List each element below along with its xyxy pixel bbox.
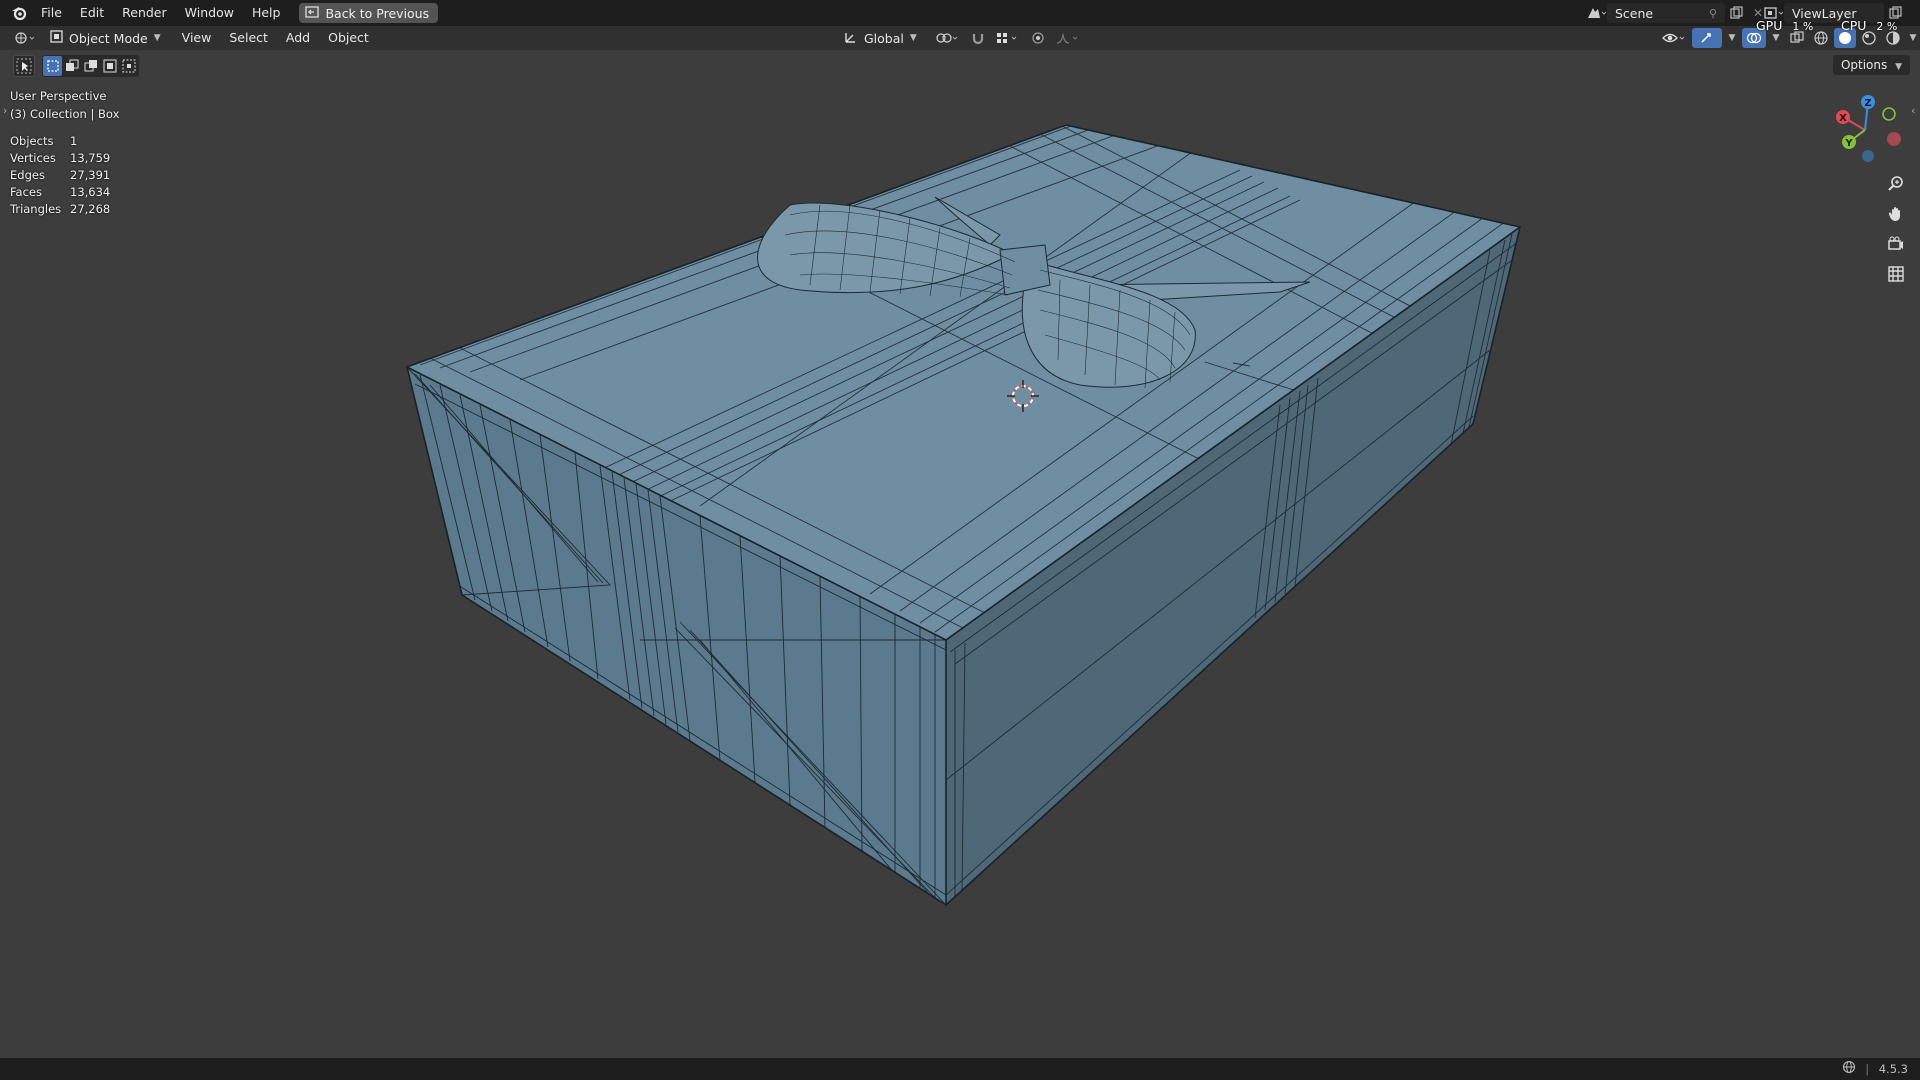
menu-file[interactable]: File xyxy=(32,0,71,26)
editor-type-icon[interactable] xyxy=(12,28,40,48)
menu-render[interactable]: Render xyxy=(113,0,176,26)
navigation-gizmo[interactable]: X Y Z xyxy=(1825,90,1905,170)
3d-viewport[interactable] xyxy=(0,80,1920,1058)
scene-icon[interactable] xyxy=(1585,3,1607,23)
gpu-value: 1 % xyxy=(1792,20,1814,33)
select-intersect-icon[interactable] xyxy=(119,56,138,76)
select-new-icon[interactable] xyxy=(43,56,62,76)
gizmo-toggle-icon[interactable] xyxy=(1692,28,1722,48)
toolbar-toggle-icon[interactable]: › xyxy=(3,104,7,117)
mode-label: Object Mode xyxy=(69,30,148,46)
version-info: | 4.5.3 xyxy=(1842,1058,1908,1080)
scene-name: Scene xyxy=(1615,5,1654,21)
ortho-grid-icon[interactable] xyxy=(1882,260,1910,288)
select-tool-icon[interactable] xyxy=(13,55,35,77)
stat-row: Objects 1 xyxy=(10,133,110,150)
stat-label: Objects xyxy=(10,134,54,148)
chevron-down-icon[interactable]: ▼ xyxy=(1724,28,1740,48)
stat-value: 13,634 xyxy=(70,185,111,199)
menu-window[interactable]: Window xyxy=(176,0,243,26)
back-to-previous-label: Back to Previous xyxy=(325,5,430,21)
proportional-edit-icon[interactable] xyxy=(1027,28,1049,48)
object-mode-icon xyxy=(50,30,63,46)
select-invert-icon[interactable] xyxy=(100,56,119,76)
gizmo-neg-x[interactable] xyxy=(1887,132,1901,146)
tool-settings-row: Options ▼ xyxy=(0,50,1920,80)
stat-value: 13,759 xyxy=(70,151,111,165)
mode-dropdown[interactable]: Object Mode ▼ xyxy=(44,28,167,48)
zoom-icon[interactable] xyxy=(1882,170,1910,198)
menu-object[interactable]: Object xyxy=(319,26,378,50)
chevron-down-icon[interactable]: ▼ xyxy=(1906,28,1920,48)
cpu-value: 2 % xyxy=(1876,20,1898,33)
stat-row: Edges 27,391 xyxy=(10,167,110,184)
menu-view[interactable]: View xyxy=(173,26,221,50)
options-label: Options xyxy=(1840,58,1888,72)
gizmo-neg-y[interactable] xyxy=(1882,107,1896,121)
cpu-usage: CPU 2 % xyxy=(1841,18,1897,33)
stat-label: Faces xyxy=(10,185,42,199)
snap-icon[interactable] xyxy=(967,28,989,48)
viewport-info: User Perspective (3) Collection | Box xyxy=(10,87,119,123)
orientation-dropdown[interactable]: Global ▼ xyxy=(838,28,923,48)
selection-mode-group xyxy=(42,55,139,77)
gizmo-neg-z[interactable] xyxy=(1862,150,1874,162)
camera-view-icon[interactable] xyxy=(1882,230,1910,258)
chevron-down-icon: ▼ xyxy=(909,33,917,43)
menu-edit[interactable]: Edit xyxy=(71,0,113,26)
stat-label: Triangles xyxy=(10,202,62,216)
gizmo-z-label: Z xyxy=(1864,98,1871,109)
select-subtract-icon[interactable] xyxy=(81,56,100,76)
visibility-eye-icon[interactable] xyxy=(1660,28,1690,48)
separator: | xyxy=(1865,1062,1870,1076)
gizmo-y-label: Y xyxy=(1844,138,1853,149)
blender-window: File Edit Render Window Help Back to Pre… xyxy=(0,0,1920,1080)
network-globe-icon[interactable] xyxy=(1842,1059,1856,1080)
perspective-label: User Perspective xyxy=(10,89,107,103)
stat-value: 27,268 xyxy=(70,202,111,216)
stat-label: Edges xyxy=(10,168,45,182)
sidebar-toggle-icon[interactable]: ‹ xyxy=(1911,104,1915,117)
select-extend-icon[interactable] xyxy=(62,56,81,76)
blender-logo-icon[interactable] xyxy=(6,0,32,26)
pivot-point-icon[interactable] xyxy=(933,28,963,48)
scene-selector: Scene ⚲ ✕ xyxy=(1585,0,1769,26)
stat-row: Triangles 27,268 xyxy=(10,201,110,218)
chevron-down-icon: ▼ xyxy=(1895,62,1902,72)
cpu-label: CPU xyxy=(1841,18,1867,33)
back-to-previous-button[interactable]: Back to Previous xyxy=(299,3,439,23)
falloff-icon[interactable] xyxy=(1053,28,1083,48)
stat-value: 1 xyxy=(70,134,78,148)
menu-add[interactable]: Add xyxy=(277,26,319,50)
stat-label: Vertices xyxy=(10,151,56,165)
orientation-icon xyxy=(844,30,858,47)
pan-hand-icon[interactable] xyxy=(1882,200,1910,228)
top-menubar: File Edit Render Window Help Back to Pre… xyxy=(0,0,1920,26)
back-screen-icon xyxy=(305,5,320,21)
gizmo-x-label: X xyxy=(1839,113,1847,124)
snap-target-icon[interactable] xyxy=(993,28,1023,48)
menu-help[interactable]: Help xyxy=(243,0,290,26)
scene-statistics: Objects 1 Vertices 13,759 Edges 27,391 Face… xyxy=(10,133,110,218)
options-dropdown[interactable]: Options ▼ xyxy=(1832,55,1910,75)
stat-row: Vertices 13,759 xyxy=(10,150,110,167)
gpu-label: GPU xyxy=(1756,18,1783,33)
gpu-usage: GPU 1 % xyxy=(1756,18,1813,33)
chevron-down-icon: ▼ xyxy=(153,33,161,43)
transform-controls: Global ▼ xyxy=(838,26,1083,50)
stat-row: Faces 13,634 xyxy=(10,184,110,201)
pin-icon[interactable]: ⚲ xyxy=(1709,7,1717,20)
menu-select[interactable]: Select xyxy=(220,26,277,50)
scene-name-field[interactable]: Scene ⚲ xyxy=(1607,3,1725,23)
version-number: 4.5.3 xyxy=(1878,1062,1908,1076)
orientation-label: Global xyxy=(864,30,904,46)
stat-value: 27,391 xyxy=(70,168,111,182)
collection-label: (3) Collection | Box xyxy=(10,107,120,121)
status-bar: | 4.5.3 xyxy=(0,1058,1920,1080)
new-scene-icon[interactable] xyxy=(1725,3,1747,23)
